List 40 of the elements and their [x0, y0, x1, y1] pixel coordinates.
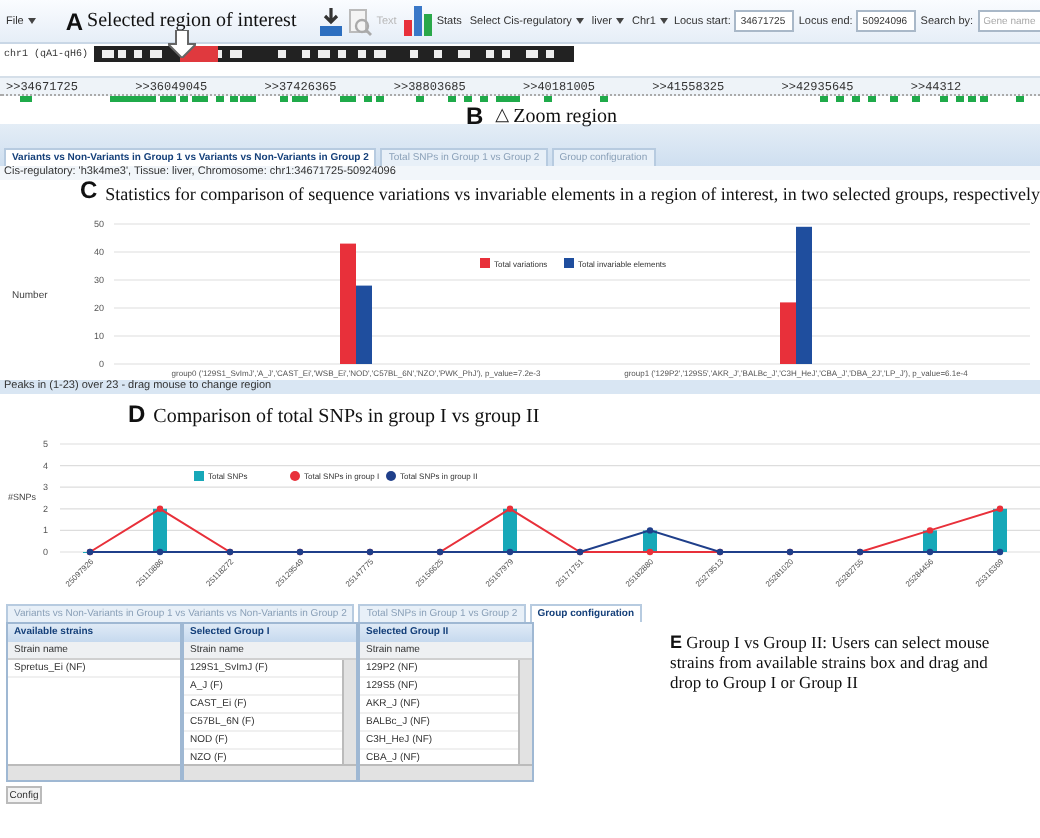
data-point [996, 505, 1004, 512]
vertical-scrollbar[interactable] [518, 660, 532, 764]
bar-chart-icon [404, 6, 433, 36]
annotation-caption: E Group I vs Group II: Users can select mouse strains from available strains box and drag and drop to Group I or Group II [670, 632, 992, 696]
data-point [926, 527, 934, 534]
data-point [926, 548, 934, 556]
annotation-letter: D [128, 400, 146, 428]
horizontal-scrollbar[interactable] [360, 764, 532, 780]
data-point [506, 548, 514, 556]
legend-marker [290, 471, 300, 481]
annotation-letter: B [466, 102, 484, 130]
data-point [156, 548, 164, 556]
horizontal-scrollbar[interactable] [8, 764, 180, 780]
document-search-icon [348, 7, 373, 35]
zoom-marker-symbol: △ [495, 106, 510, 126]
data-point [506, 505, 514, 512]
data-point [646, 527, 654, 534]
caret-icon [616, 18, 625, 24]
horizontal-scrollbar[interactable] [184, 764, 356, 780]
data-point [646, 548, 654, 556]
annotation-letter: C [80, 176, 98, 204]
data-point [996, 548, 1004, 556]
hollow-arrow-icon [168, 30, 196, 58]
download-icon[interactable] [320, 7, 343, 35]
caret-icon [659, 18, 668, 24]
legend-swatch [480, 258, 490, 268]
annotation-caption: Statistics for comparison of sequence variations vs invariable elements in a region of interest, in two selected groups, respectively [105, 184, 1040, 204]
annotation-caption: Selected region of interest [87, 10, 297, 32]
caret-icon [27, 18, 36, 24]
chromosome-band-drawing[interactable] [94, 46, 575, 62]
vertical-scrollbar[interactable] [342, 660, 356, 764]
annotation-caption: Comparison of total SNPs in group I vs group II [153, 406, 540, 428]
bar [993, 508, 1007, 552]
legend-swatch [194, 471, 204, 481]
legend-swatch [564, 258, 574, 268]
caret-icon [575, 18, 584, 24]
legend-marker [386, 471, 396, 481]
annotation-letter: A [65, 7, 84, 35]
annotation-caption: Zoom region [513, 105, 618, 127]
data-point [156, 505, 164, 512]
